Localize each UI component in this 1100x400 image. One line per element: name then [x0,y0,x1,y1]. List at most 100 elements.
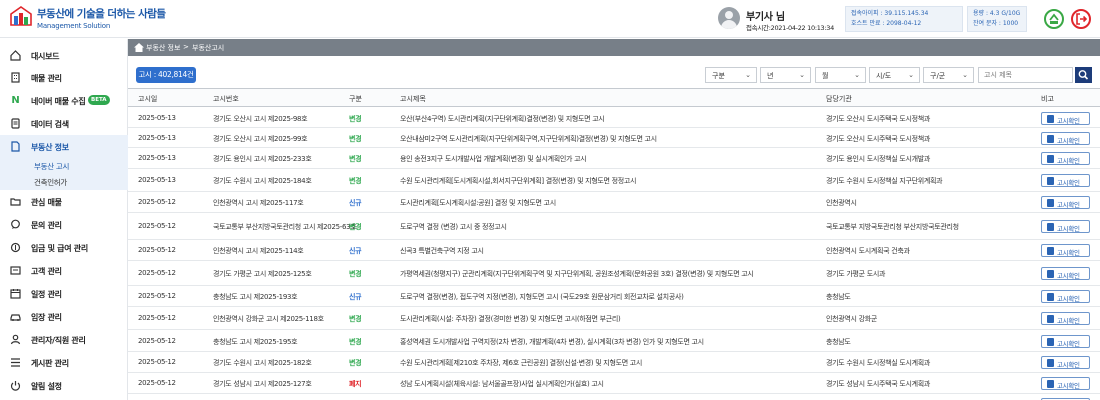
button-label: 고시확인 [1057,272,1080,280]
button-label: 고시확인 [1057,361,1080,369]
sidebar-item-label: 문의 관리 [31,221,62,230]
sidebar-item-site-visit[interactable]: 임장 관리 [0,305,128,328]
notice-confirm-button[interactable]: 고시확인 [1041,377,1090,390]
sidebar-item-label: 관심 매물 [31,198,62,207]
notice-confirm-button[interactable]: 고시확인 [1041,152,1090,165]
document-icon [11,141,20,152]
cell-date: 2025-05-13 [138,114,176,122]
cell-org: 충청남도 [826,338,851,346]
notice-confirm-button[interactable]: 고시확인 [1041,244,1090,257]
submenu-item-permit[interactable]: 건축인허가 [34,177,67,188]
cell-type: 변경 [349,155,362,163]
cell-date: 2025-05-12 [138,222,176,230]
notice-confirm-button[interactable]: 고시확인 [1041,112,1090,125]
table-row: 2025-05-09강원특별자치도 동해시 고시 제2025-65호변경동해 도… [128,394,1100,400]
folder-icon [10,198,21,206]
sidebar-item-staff[interactable]: 관리자/직원 관리 [0,328,128,351]
select-value: 시/도 [876,72,892,80]
home-button[interactable] [1044,9,1064,29]
notice-confirm-button[interactable]: 고시확인 [1041,267,1090,280]
database-icon [11,118,20,129]
sidebar-item-schedule[interactable]: 일정 관리 [0,282,128,305]
submenu-item-notice[interactable]: 부동산 고시 [34,161,69,172]
cell-org: 경기도 수원시 도시정책실 도시계획과 [826,359,931,367]
cell-type: 변경 [349,270,362,278]
year-select[interactable]: 년 ⌄ [760,67,811,83]
notice-confirm-button[interactable]: 고시확인 [1041,335,1090,348]
button-label: 고시확인 [1057,201,1080,209]
district-select[interactable]: 구/군 ⌄ [923,67,974,83]
search-button[interactable] [1075,67,1092,83]
notice-confirm-button[interactable]: 고시확인 [1041,356,1090,369]
brand[interactable]: 부동산에 기술을 더하는 사람들 Management Solution [37,8,166,30]
sidebar-item-label: 임장 관리 [31,313,62,322]
breadcrumb-parent[interactable]: 부동산 정보 [146,43,180,53]
button-label: 고시확인 [1057,157,1080,165]
notice-confirm-button[interactable]: 고시확인 [1041,220,1090,233]
notice-confirm-button[interactable]: 고시확인 [1041,196,1090,209]
cell-date: 2025-05-13 [138,154,176,162]
table-row: 2025-05-13 경기도 오산시 고시 제2025-99호 변경 오산내삼미2구역… [128,128,1100,148]
sidebar-item-favorites[interactable]: 관심 매물 [0,190,128,213]
home-icon[interactable] [134,43,144,52]
sidebar-item-board[interactable]: 게시판 관리 [0,351,128,374]
cell-number: 경기도 오산시 고시 제2025-99호 [213,135,308,143]
document-icon [1047,315,1054,323]
province-select[interactable]: 시/도 ⌄ [869,67,920,83]
sidebar-item-listings[interactable]: 매물 관리 [0,66,128,89]
building-icon [11,72,20,83]
notice-confirm-button[interactable]: 고시확인 [1041,174,1090,187]
table-row: 2025-05-13 경기도 수원시 고시 제2025-184호 변경 수원 도시관리… [128,169,1100,192]
sidebar-item-label: 고객 관리 [31,267,62,276]
document-icon [1047,177,1054,185]
cell-date: 2025-05-12 [138,379,176,387]
sidebar-item-realestate-info[interactable]: 부동산 정보 [0,135,128,158]
logo-icon [10,6,32,26]
cell-date: 2025-05-13 [138,134,176,142]
calendar-icon [10,289,21,299]
table-row: 2025-05-12 경기도 수원시 고시 제2025-182호 변경 수원 도시관리… [128,352,1100,373]
notice-confirm-button[interactable]: 고시확인 [1041,312,1090,325]
logout-button[interactable] [1071,9,1091,29]
sms-info: 잔여 문자 : 1000 [973,20,1019,27]
table-row: 2025-05-12 충청남도 고시 제2025-195호 변경 홍성역세권 도시개발… [128,330,1100,352]
cell-number: 인천광역시 고시 제2025-114호 [213,247,304,255]
cell-date: 2025-05-12 [138,358,176,366]
sidebar-item-inquiries[interactable]: 문의 관리 [0,213,128,236]
beta-badge: BETA [88,95,110,105]
sidebar-item-label: 매물 관리 [31,74,62,83]
home-icon [10,50,21,61]
sidebar-item-payments[interactable]: 입금 및 급여 관리 [0,236,128,259]
money-icon [10,242,21,253]
button-label: 고시확인 [1057,249,1080,257]
notice-confirm-button[interactable]: 고시확인 [1041,290,1090,303]
document-icon [1047,293,1054,301]
cell-type: 신규 [349,293,362,301]
cell-number: 경기도 수원시 고시 제2025-184호 [213,177,312,185]
user-icon [10,334,21,345]
cell-number: 경기도 가평군 고시 제2025-125호 [213,270,312,278]
sidebar-item-data-search[interactable]: 데이터 검색 [0,112,128,135]
notice-confirm-button[interactable]: 고시확인 [1041,132,1090,145]
chevron-down-icon: ⌄ [745,71,751,79]
search-input[interactable] [978,67,1073,83]
select-value: 구/군 [930,72,946,80]
cell-type: 변경 [349,315,362,323]
sidebar-item-label: 일정 관리 [31,290,62,299]
column-header-date: 고시일 [138,95,158,103]
month-select[interactable]: 월 ⌄ [815,67,866,83]
button-label: 고시확인 [1057,117,1080,125]
sidebar-item-naver-collect[interactable]: N 네이버 매물 수집 BETA [0,89,128,112]
sidebar-item-customers[interactable]: 고객 관리 [0,259,128,282]
cell-number: 경기도 용인시 고시 제2025-233호 [213,155,312,163]
sidebar-item-label: 알림 설정 [31,382,62,391]
hosting-info: 호스트 만료 : 2098-04-12 [851,20,922,27]
cell-date: 2025-05-13 [138,176,176,184]
sidebar-item-notifications[interactable]: 알림 설정 [0,374,128,397]
type-select[interactable]: 구분 ⌄ [705,67,757,83]
car-icon [10,314,21,321]
cell-type: 신규 [349,247,362,255]
sidebar-item-dashboard[interactable]: 대시보드 [0,44,128,67]
select-value: 월 [822,72,829,80]
button-label: 고시확인 [1057,340,1080,348]
